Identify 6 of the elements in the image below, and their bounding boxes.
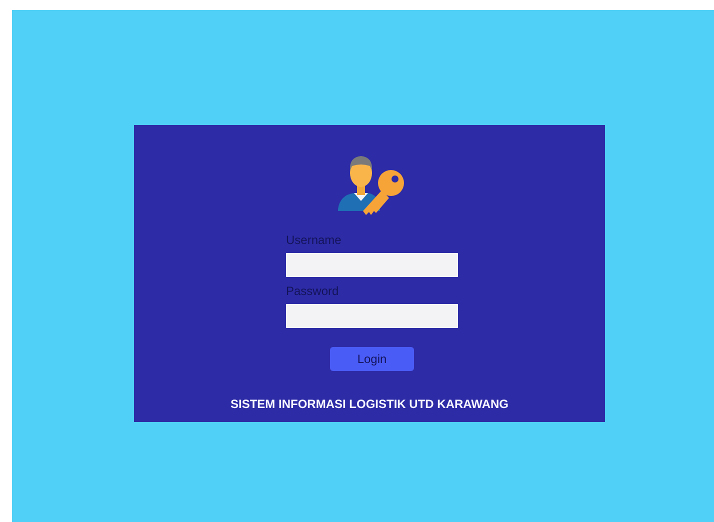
app-title: SISTEM INFORMASI LOGISTIK UTD KARAWANG xyxy=(230,397,508,411)
username-field[interactable] xyxy=(286,253,458,277)
field-label: Password xyxy=(286,284,340,298)
password-field[interactable] xyxy=(286,304,458,328)
login-button[interactable]: Login xyxy=(330,347,414,371)
field-label: Username xyxy=(286,233,342,247)
